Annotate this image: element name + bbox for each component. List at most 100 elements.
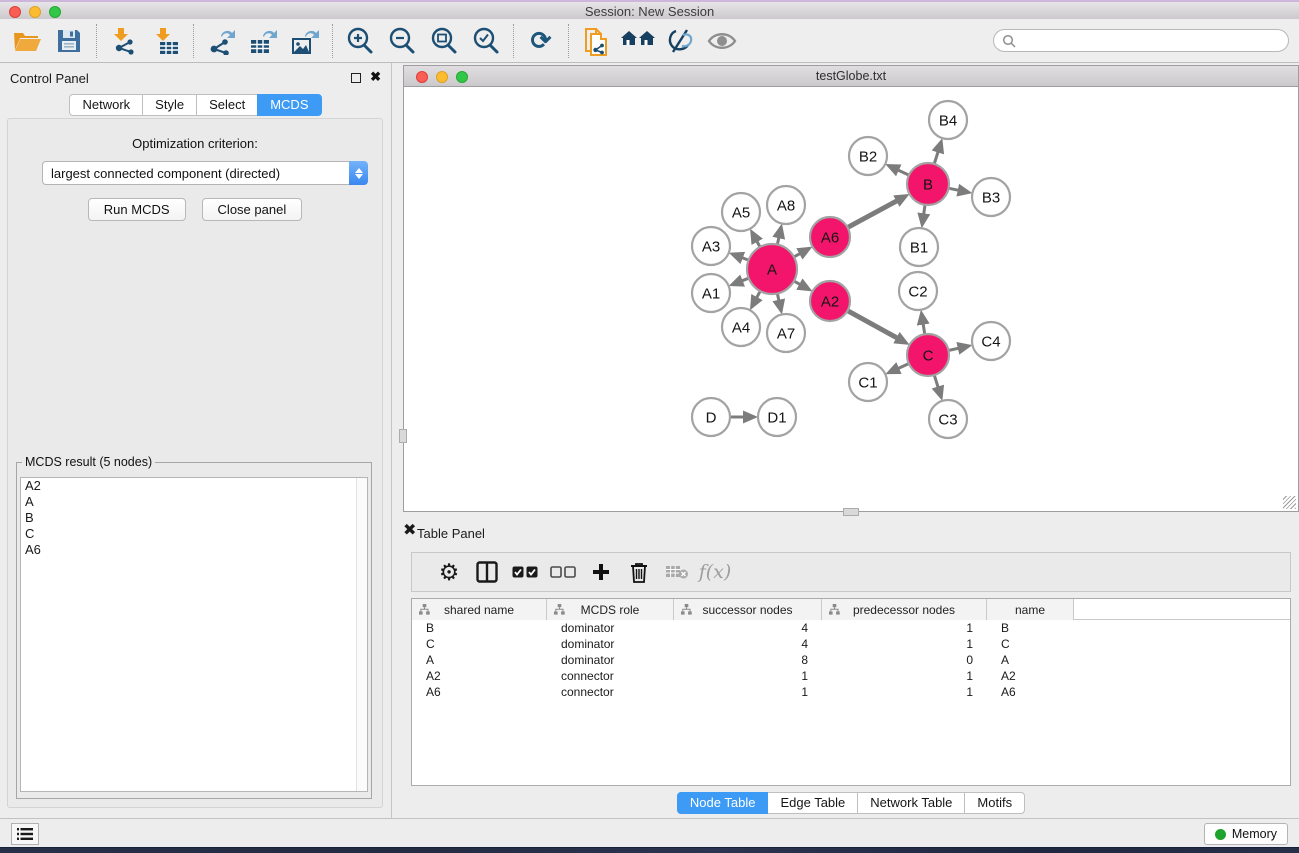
graph-node-B[interactable]: B — [907, 163, 949, 205]
table-cell[interactable]: A6 — [412, 684, 547, 700]
tab-motifs[interactable]: Motifs — [964, 792, 1025, 814]
close-panel-icon[interactable]: ✖ — [370, 69, 381, 85]
tab-edge-table[interactable]: Edge Table — [767, 792, 858, 814]
refresh-icon[interactable]: ⟳ — [520, 23, 562, 59]
close-table-panel-icon[interactable]: ✖ — [403, 522, 416, 539]
graph-node-A2[interactable]: A2 — [810, 281, 850, 321]
result-list-scrollbar[interactable] — [356, 478, 367, 791]
export-table-icon[interactable] — [242, 23, 284, 59]
table-cell[interactable]: connector — [547, 684, 674, 700]
zoom-fit-icon[interactable] — [423, 23, 465, 59]
left-divider-handle[interactable] — [399, 429, 407, 443]
table-cell[interactable]: 1 — [822, 620, 987, 636]
graph-node-C[interactable]: C — [907, 334, 949, 376]
import-table-icon[interactable] — [145, 23, 187, 59]
table-cell[interactable]: A — [412, 652, 547, 668]
mcds-result-list[interactable]: A2ABCA6 — [20, 477, 368, 792]
table-cell[interactable]: A6 — [987, 684, 1074, 700]
window-resize-grip[interactable] — [1283, 496, 1296, 509]
network-window-titlebar[interactable]: testGlobe.txt — [403, 65, 1299, 87]
table-cell[interactable]: 1 — [674, 668, 822, 684]
table-row[interactable]: Adominator80A — [412, 652, 1290, 668]
graph-node-B3[interactable]: B3 — [972, 178, 1010, 216]
graph-node-C4[interactable]: C4 — [972, 322, 1010, 360]
tab-select[interactable]: Select — [196, 94, 258, 116]
graph-node-A3[interactable]: A3 — [692, 227, 730, 265]
graph-node-A6[interactable]: A6 — [810, 217, 850, 257]
column-header-MCDS-role[interactable]: MCDS role — [547, 599, 674, 620]
tab-style[interactable]: Style — [142, 94, 197, 116]
column-view-icon[interactable] — [468, 555, 506, 589]
graph-node-B4[interactable]: B4 — [929, 101, 967, 139]
table-cell[interactable]: A — [987, 652, 1074, 668]
deselect-all-icon[interactable] — [544, 555, 582, 589]
table-cell[interactable]: A2 — [412, 668, 547, 684]
open-file-icon[interactable] — [6, 23, 48, 59]
graph-node-A7[interactable]: A7 — [767, 314, 805, 352]
add-column-icon[interactable] — [582, 555, 620, 589]
graph-node-A4[interactable]: A4 — [722, 308, 760, 346]
bottom-divider-handle[interactable] — [843, 508, 859, 516]
graph-node-D[interactable]: D — [692, 398, 730, 436]
graph-node-C2[interactable]: C2 — [899, 272, 937, 310]
table-cell[interactable]: C — [987, 636, 1074, 652]
table-cell[interactable]: B — [987, 620, 1074, 636]
select-all-icon[interactable] — [506, 555, 544, 589]
graph-node-C3[interactable]: C3 — [929, 400, 967, 438]
duplicate-network-icon[interactable] — [575, 23, 617, 59]
mcds-result-item[interactable]: B — [21, 510, 367, 526]
table-cell[interactable]: A2 — [987, 668, 1074, 684]
column-header-name[interactable]: name — [987, 599, 1074, 620]
mcds-result-item[interactable]: A6 — [21, 542, 367, 558]
table-cell[interactable]: 1 — [822, 684, 987, 700]
tab-mcds[interactable]: MCDS — [257, 94, 321, 116]
graph-node-B2[interactable]: B2 — [849, 137, 887, 175]
import-network-icon[interactable] — [103, 23, 145, 59]
zoom-selected-icon[interactable] — [465, 23, 507, 59]
criterion-select[interactable]: largest connected component (directed) — [42, 161, 349, 185]
table-row[interactable]: Cdominator41C — [412, 636, 1290, 652]
graph-node-B1[interactable]: B1 — [900, 228, 938, 266]
graph-node-A8[interactable]: A8 — [767, 186, 805, 224]
table-cell[interactable]: 4 — [674, 636, 822, 652]
table-cell[interactable]: dominator — [547, 652, 674, 668]
table-cell[interactable]: 1 — [674, 684, 822, 700]
mcds-result-item[interactable]: A2 — [21, 478, 367, 494]
table-cell[interactable]: dominator — [547, 636, 674, 652]
table-cell[interactable]: 1 — [822, 636, 987, 652]
table-cell[interactable]: B — [412, 620, 547, 636]
graph-node-A1[interactable]: A1 — [692, 274, 730, 312]
run-mcds-button[interactable]: Run MCDS — [88, 198, 186, 221]
float-panel-icon[interactable] — [351, 73, 361, 83]
table-cell[interactable]: 1 — [822, 668, 987, 684]
zoom-out-icon[interactable] — [381, 23, 423, 59]
tab-network[interactable]: Network — [69, 94, 143, 116]
table-settings-gear-icon[interactable]: ⚙ — [430, 555, 468, 589]
mcds-result-item[interactable]: A — [21, 494, 367, 510]
column-header-predecessor-nodes[interactable]: predecessor nodes — [822, 599, 987, 620]
graph-node-D1[interactable]: D1 — [758, 398, 796, 436]
zoom-in-icon[interactable] — [339, 23, 381, 59]
table-cell[interactable]: 0 — [822, 652, 987, 668]
network-canvas[interactable]: AA2A6BCA1A3A4A5A7A8B1B2B3B4C1C2C3C4DD1 — [403, 87, 1299, 512]
memory-button[interactable]: Memory — [1204, 823, 1288, 845]
hide-graphics-details-icon[interactable] — [659, 23, 701, 59]
save-session-icon[interactable] — [48, 23, 90, 59]
presentation-mode-eye-icon[interactable] — [701, 23, 743, 59]
table-cell[interactable]: C — [412, 636, 547, 652]
table-cell[interactable]: dominator — [547, 620, 674, 636]
graph-node-A5[interactable]: A5 — [722, 193, 760, 231]
search-input[interactable] — [1016, 33, 1288, 49]
search-box[interactable] — [993, 29, 1289, 52]
table-cell[interactable]: 4 — [674, 620, 822, 636]
graph-edge-A6-B[interactable] — [846, 201, 897, 229]
criterion-select-stepper[interactable] — [349, 161, 368, 185]
column-header-successor-nodes[interactable]: successor nodes — [674, 599, 822, 620]
mcds-result-item[interactable]: C — [21, 526, 367, 542]
table-cell[interactable]: connector — [547, 668, 674, 684]
tab-node-table[interactable]: Node Table — [677, 792, 769, 814]
export-image-icon[interactable] — [284, 23, 326, 59]
close-panel-button[interactable]: Close panel — [202, 198, 303, 221]
graph-node-A[interactable]: A — [747, 244, 797, 294]
delete-column-trash-icon[interactable] — [620, 555, 658, 589]
